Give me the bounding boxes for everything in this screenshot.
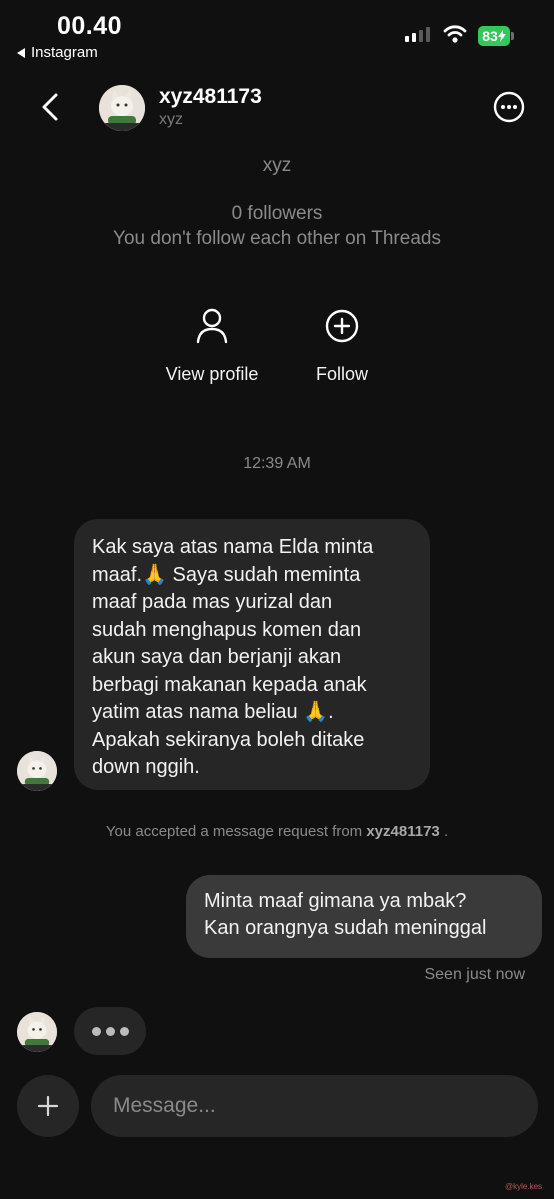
cat-avatar-icon bbox=[17, 751, 57, 791]
charging-bolt-icon bbox=[497, 30, 506, 42]
message-line: berbagi makanan kepada anak bbox=[92, 673, 367, 696]
message-line: Kan orangnya sudah meninggal bbox=[204, 917, 487, 939]
followers-count: 0 followers bbox=[231, 203, 323, 224]
add-attachment-button[interactable] bbox=[17, 1075, 79, 1137]
request-notice-username[interactable]: xyz481173 bbox=[366, 823, 439, 840]
mutual-status: You don't follow each other on Threads bbox=[113, 228, 441, 249]
person-icon bbox=[196, 308, 228, 344]
seen-status: Seen just now bbox=[424, 966, 525, 983]
battery-cap bbox=[511, 32, 514, 40]
back-app-label: Instagram bbox=[31, 44, 98, 61]
typing-dot bbox=[105, 1026, 115, 1036]
plus-circle-icon bbox=[325, 309, 359, 343]
message-line: maaf pada mas yurizal dan bbox=[92, 591, 333, 613]
message-line: akun saya dan berjanji akan bbox=[92, 646, 342, 668]
back-to-app-link[interactable]: Instagram bbox=[17, 44, 98, 61]
message-line: Minta maaf gimana ya mbak? bbox=[204, 890, 467, 912]
request-notice-prefix: You accepted a message request from bbox=[105, 823, 363, 840]
message-line: down nggih. bbox=[92, 756, 200, 778]
plus-icon bbox=[37, 1095, 59, 1117]
message-line: sudah menghapus komen dan bbox=[92, 618, 362, 641]
follow-label: Follow bbox=[315, 364, 368, 384]
outgoing-message-bubble[interactable]: Minta maaf gimana ya mbak? Kan orangnya … bbox=[186, 875, 542, 958]
header-avatar[interactable] bbox=[99, 85, 145, 131]
message-timestamp: 12:39 AM bbox=[243, 455, 311, 472]
typing-dot bbox=[91, 1026, 101, 1036]
message-line: maaf.🙏 Saya sudah meminta bbox=[92, 563, 361, 586]
back-chevron-icon[interactable] bbox=[38, 91, 62, 123]
more-options-icon[interactable] bbox=[493, 91, 525, 123]
profile-name: xyz bbox=[262, 155, 292, 176]
message-line: yatim atas nama beliau 🙏. bbox=[92, 701, 334, 723]
sender-avatar[interactable] bbox=[17, 751, 57, 791]
back-triangle-icon bbox=[17, 47, 25, 58]
typing-dot bbox=[119, 1026, 129, 1036]
battery-indicator: 83 bbox=[478, 26, 510, 46]
message-line: Kak saya atas nama Elda minta bbox=[92, 536, 374, 558]
typing-sender-avatar[interactable] bbox=[17, 1012, 57, 1052]
typing-indicator bbox=[74, 1007, 146, 1055]
wifi-icon bbox=[443, 25, 467, 43]
cat-avatar-icon bbox=[17, 1012, 57, 1052]
header-display-name: xyz bbox=[159, 111, 183, 128]
message-line: Apakah sekiranya boleh ditake bbox=[92, 728, 365, 751]
header-username[interactable]: xyz481173 bbox=[159, 85, 262, 109]
cat-avatar-icon bbox=[99, 85, 145, 131]
message-input-container[interactable] bbox=[91, 1075, 538, 1137]
incoming-message-bubble[interactable]: Kak saya atas nama Elda minta maaf.🙏 Say… bbox=[74, 519, 430, 790]
view-profile-label: View profile bbox=[165, 364, 259, 384]
watermark: @kyle.kes bbox=[505, 1182, 543, 1191]
request-notice: You accepted a message request from xyz4… bbox=[0, 823, 554, 840]
cellular-signal-icon bbox=[405, 27, 430, 42]
view-profile-button[interactable]: View profile bbox=[150, 308, 274, 385]
status-time: 00.40 bbox=[57, 12, 123, 40]
request-notice-suffix: . bbox=[443, 823, 449, 840]
message-input[interactable] bbox=[111, 1093, 518, 1119]
follow-button[interactable]: Follow bbox=[292, 308, 392, 385]
battery-level: 83 bbox=[482, 28, 498, 44]
